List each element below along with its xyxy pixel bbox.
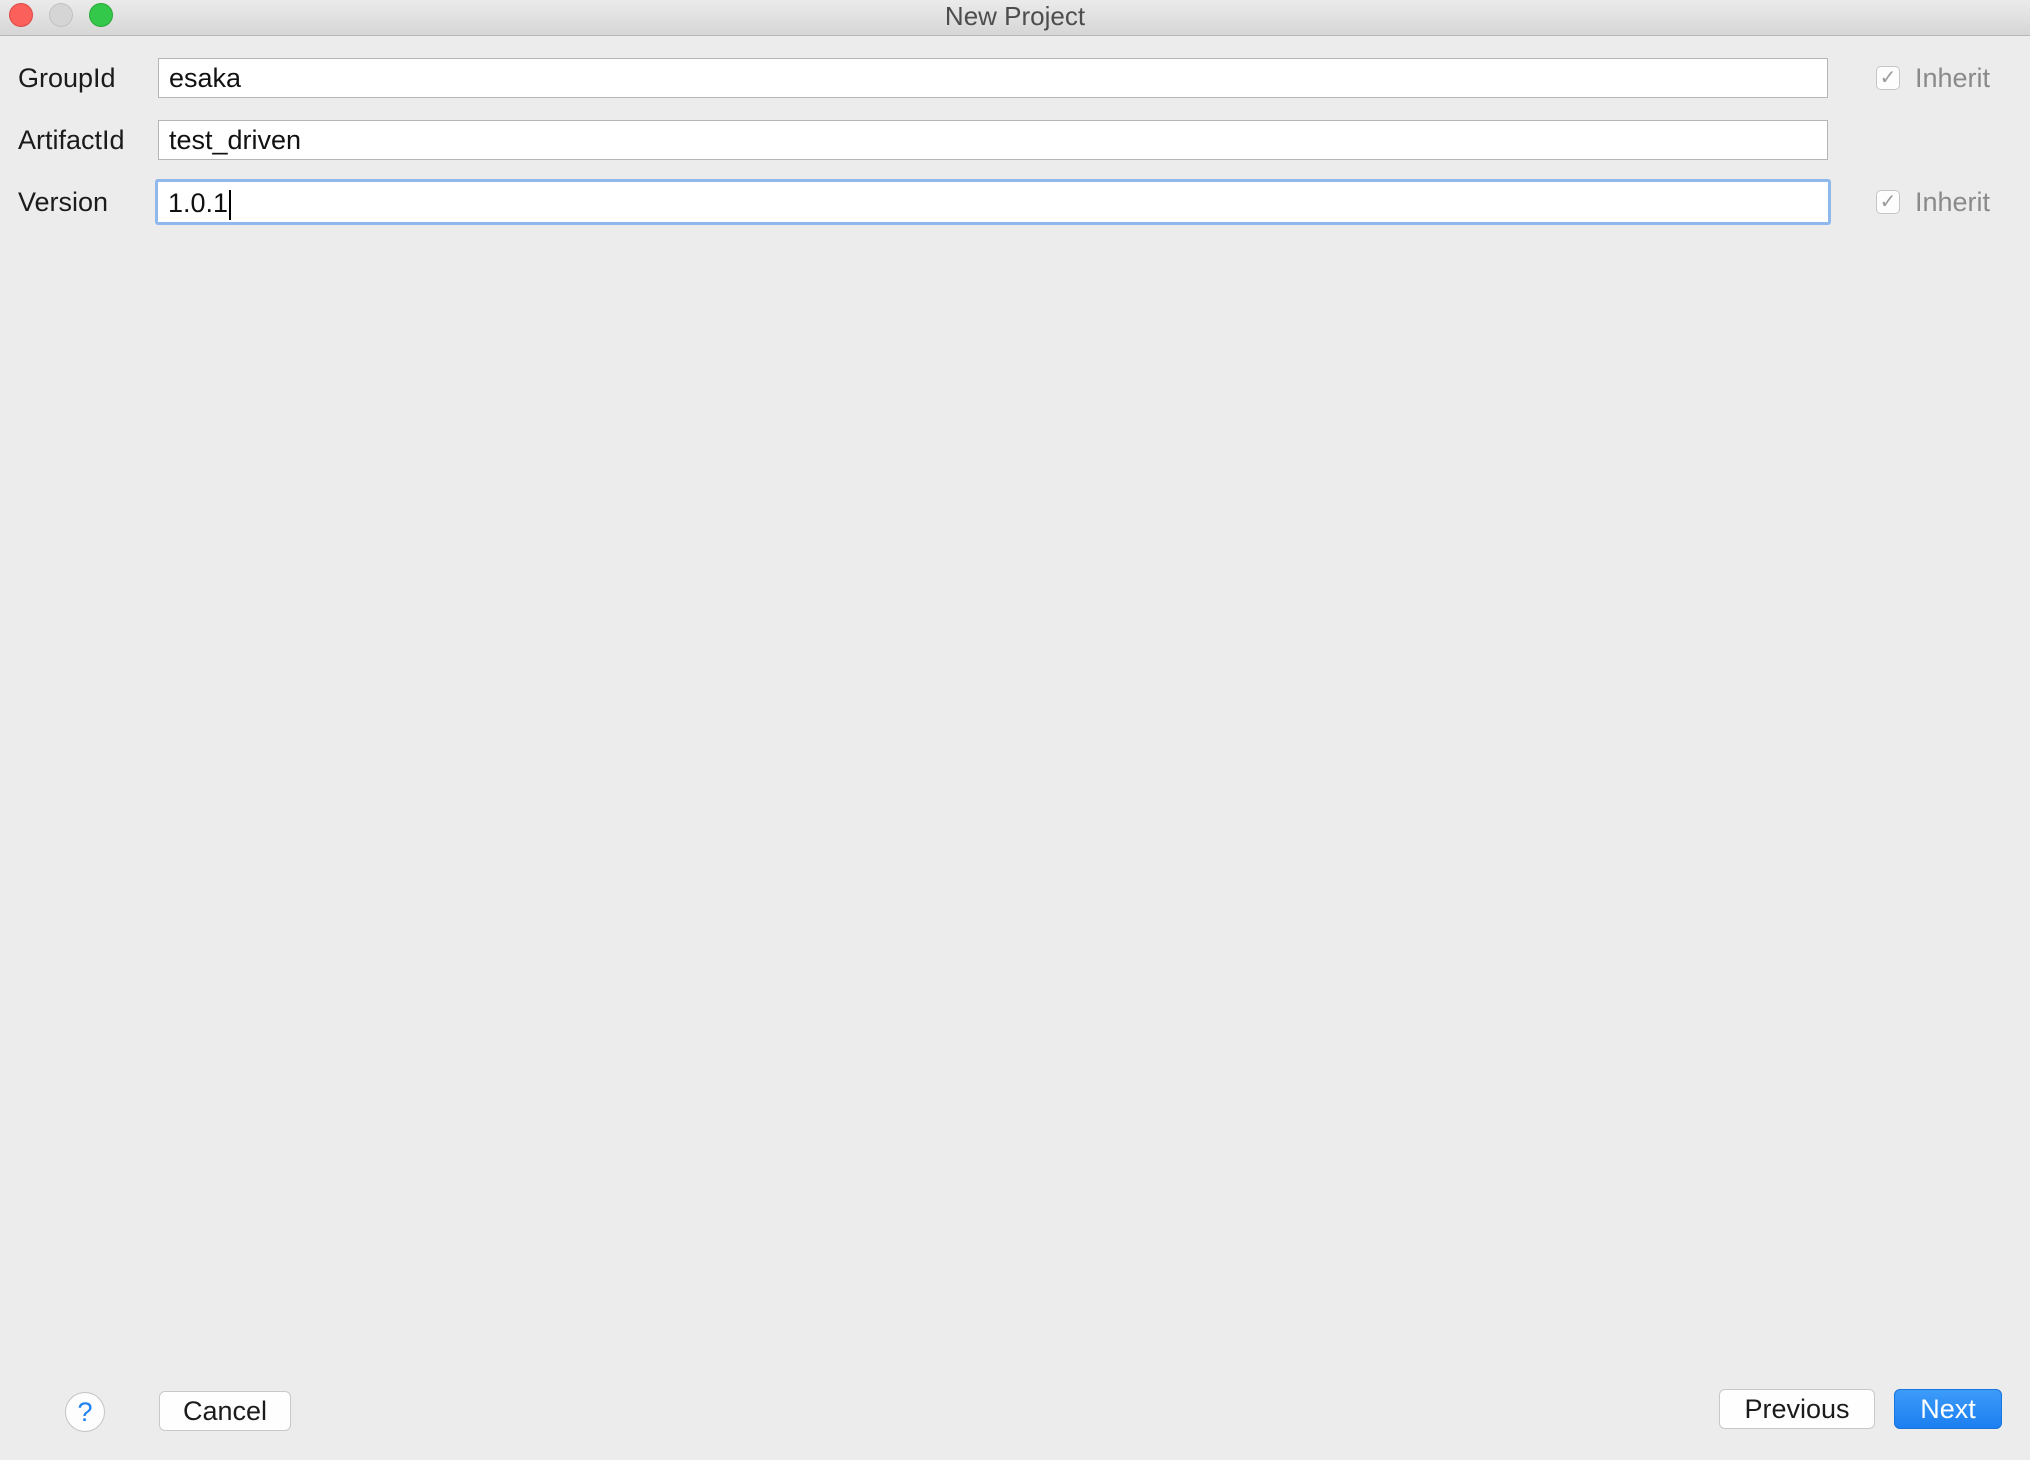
- version-inherit-checkbox[interactable]: ✓: [1876, 190, 1900, 214]
- cancel-button[interactable]: Cancel: [159, 1391, 291, 1431]
- artifact-id-field[interactable]: test_driven: [158, 120, 1828, 160]
- version-label: Version: [18, 187, 109, 217]
- window-title: New Project: [944, 1, 1086, 31]
- title-bar: New Project: [0, 0, 2030, 36]
- version-field[interactable]: 1.0.1: [155, 179, 1831, 225]
- next-button[interactable]: Next: [1894, 1389, 2002, 1429]
- group-id-label: GroupId: [18, 63, 116, 93]
- group-id-field[interactable]: esaka: [158, 58, 1828, 98]
- group-id-inherit-label: Inherit: [1915, 63, 1991, 93]
- check-icon: ✓: [1879, 67, 1897, 89]
- version-inherit-label: Inherit: [1915, 187, 1991, 217]
- text-caret: [229, 189, 232, 220]
- new-project-window: New Project GroupId esaka ✓ Inherit Arti…: [0, 0, 2030, 1460]
- check-icon: ✓: [1879, 191, 1897, 213]
- question-mark-icon: ?: [77, 1397, 93, 1427]
- previous-button[interactable]: Previous: [1719, 1389, 1875, 1429]
- help-button[interactable]: ?: [65, 1392, 105, 1432]
- version-value: 1.0.1: [168, 188, 229, 218]
- artifact-id-value: test_driven: [169, 125, 302, 155]
- artifact-id-label: ArtifactId: [18, 125, 125, 155]
- group-id-value: esaka: [169, 63, 242, 93]
- group-id-inherit-checkbox[interactable]: ✓: [1876, 66, 1900, 90]
